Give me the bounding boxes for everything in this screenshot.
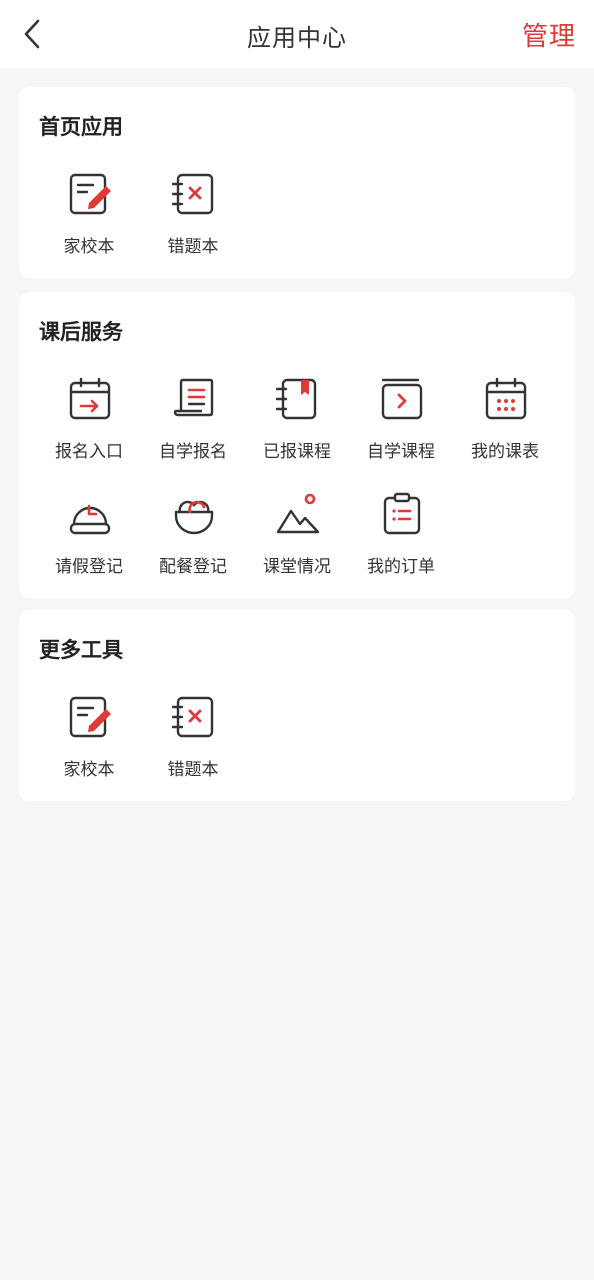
app-label: 请假登记 [55, 557, 123, 577]
app-label: 家校本 [63, 760, 115, 780]
app-label: 自学报名 [159, 442, 227, 462]
mountain-landscape-icon [276, 493, 320, 534]
app-label: 我的课表 [471, 442, 539, 462]
bookmark-book-icon [276, 378, 317, 420]
app-label: 错题本 [167, 760, 219, 780]
app-item-self-study-courses[interactable]: 自学课程 [349, 377, 453, 477]
app-item-home-school-book[interactable]: 家校本 [37, 172, 141, 272]
app-item-registered-courses[interactable]: 已报课程 [245, 377, 349, 477]
app-item-home-school-book[interactable]: 家校本 [37, 695, 141, 795]
scroll-document-icon [173, 378, 214, 417]
app-item-leave-registration[interactable]: 请假登记 [37, 492, 141, 592]
clipboard-list-icon [383, 492, 421, 535]
app-label: 报名入口 [55, 442, 123, 462]
app-label: 错题本 [167, 237, 219, 257]
clock-dome-icon [69, 504, 111, 535]
wrong-question-book-icon [172, 696, 214, 738]
notebook-pencil-icon [69, 696, 111, 738]
folder-play-icon [381, 378, 423, 420]
app-label: 已报课程 [263, 442, 331, 462]
app-item-registration-entry[interactable]: 报名入口 [37, 377, 141, 477]
calendar-arrow-icon [69, 377, 111, 420]
app-item-classroom-status[interactable]: 课堂情况 [245, 492, 349, 592]
app-item-my-orders[interactable]: 我的订单 [349, 492, 453, 592]
section-title: 课后服务 [39, 320, 123, 344]
section-after-school-services: 课后服务 报名入口 自学报名 已报课程 自学课程 我的课表 请假登记 配餐登记 … [19, 292, 575, 598]
notebook-pencil-icon [69, 173, 111, 215]
section-more-tools: 更多工具 家校本 错题本 [19, 610, 575, 801]
page-title: 应用中心 [247, 24, 347, 52]
app-item-self-study-registration[interactable]: 自学报名 [141, 377, 245, 477]
wrong-question-book-icon [172, 173, 214, 215]
app-label: 配餐登记 [159, 557, 227, 577]
app-item-wrong-question-book[interactable]: 错题本 [141, 172, 245, 272]
top-bar: 应用中心 管理 [0, 0, 594, 68]
app-label: 我的订单 [367, 557, 435, 577]
section-title: 首页应用 [39, 115, 123, 139]
food-bowl-icon [174, 500, 214, 535]
app-item-wrong-question-book[interactable]: 错题本 [141, 695, 245, 795]
app-label: 课堂情况 [263, 557, 331, 577]
manage-button[interactable]: 管理 [522, 16, 576, 53]
section-home-apps: 首页应用 家校本 错题本 [19, 87, 575, 278]
app-label: 自学课程 [367, 442, 435, 462]
app-item-my-timetable[interactable]: 我的课表 [453, 377, 557, 477]
section-title: 更多工具 [39, 638, 123, 662]
calendar-grid-icon [485, 377, 527, 420]
app-item-meal-registration[interactable]: 配餐登记 [141, 492, 245, 592]
app-label: 家校本 [63, 237, 115, 257]
